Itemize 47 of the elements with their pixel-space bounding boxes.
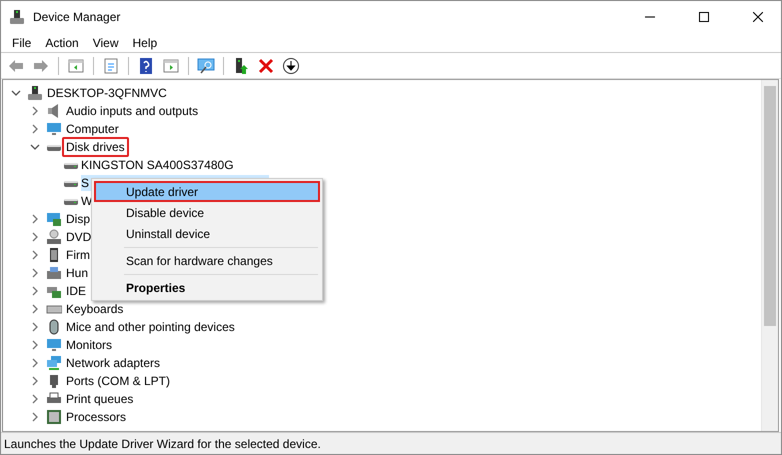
- optical-drive-icon: [46, 229, 62, 245]
- computer-icon: [27, 85, 43, 101]
- context-menu-item[interactable]: Properties: [94, 277, 320, 298]
- menu-item[interactable]: Help: [126, 33, 164, 52]
- tree-item[interactable]: Mice and other pointing devices: [66, 319, 235, 335]
- tree-item[interactable]: Processors: [66, 409, 126, 425]
- tree-item[interactable]: DESKTOP-3QFNMVC: [47, 85, 167, 101]
- tree-item[interactable]: DVD: [66, 229, 92, 245]
- monitor-icon: [46, 337, 62, 353]
- scrollbar[interactable]: [761, 80, 778, 431]
- x-icon: [257, 56, 275, 74]
- tree-item[interactable]: Keyboards: [66, 301, 124, 317]
- help-icon: [137, 56, 155, 74]
- tree-item[interactable]: Network adapters: [66, 355, 160, 371]
- app-icon: [9, 9, 25, 25]
- tree-item[interactable]: KINGSTON SA400S37480G: [81, 157, 234, 173]
- tree-item[interactable]: Ports (COM & LPT): [66, 373, 170, 389]
- tree-item[interactable]: Hun: [66, 265, 88, 281]
- tree-item[interactable]: IDE: [66, 283, 86, 299]
- close-icon: [753, 12, 763, 22]
- tree-item[interactable]: Print queues: [66, 391, 134, 407]
- tree-item[interactable]: Monitors: [66, 337, 112, 353]
- menu-item[interactable]: File: [5, 33, 38, 52]
- context-menu-item[interactable]: Scan for hardware changes: [94, 250, 320, 271]
- tree-item[interactable]: Disk drives: [62, 137, 129, 157]
- processor-icon: [46, 409, 62, 425]
- tree-item[interactable]: Disp: [66, 211, 90, 227]
- status-text: Launches the Update Driver Wizard for the selected device.: [4, 436, 321, 450]
- display-adapter-icon: [46, 211, 62, 227]
- network-icon: [46, 355, 62, 371]
- tree-item[interactable]: Firm: [66, 247, 90, 263]
- menu-item[interactable]: Action: [38, 33, 86, 52]
- menu-item[interactable]: View: [86, 33, 126, 52]
- properties-icon: [102, 56, 120, 74]
- context-menu-item[interactable]: Uninstall device: [94, 223, 320, 244]
- tree-item[interactable]: Audio inputs and outputs: [66, 103, 198, 119]
- monitor-icon: [46, 121, 62, 137]
- monitor-search-icon: [197, 56, 215, 74]
- context-menu-item[interactable]: Disable device: [94, 202, 320, 223]
- down-arrow-circle-icon: [282, 56, 300, 74]
- keyboard-gamepad-icon: [46, 265, 62, 281]
- panel-icon: [162, 56, 180, 74]
- window-title: Device Manager: [33, 10, 122, 24]
- panel-icon: [67, 56, 85, 74]
- context-menu-item[interactable]: Update driver: [94, 181, 320, 202]
- tree-item[interactable]: Computer: [66, 121, 119, 137]
- maximize-icon: [699, 12, 709, 22]
